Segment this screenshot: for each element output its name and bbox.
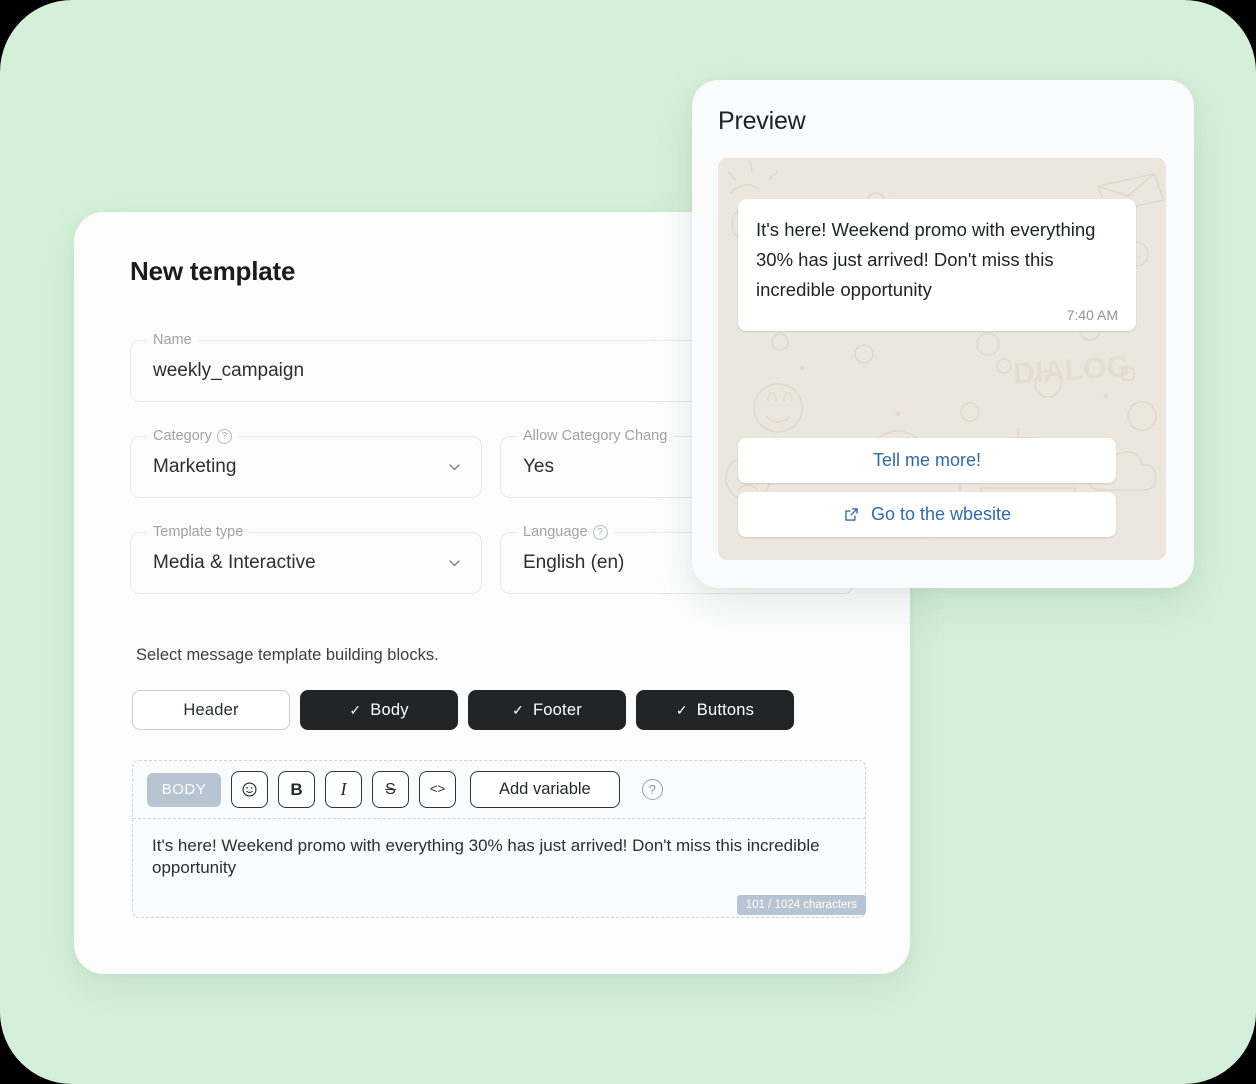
external-link-icon	[845, 508, 858, 521]
category-help-icon[interactable]: ?	[216, 428, 232, 444]
language-select-value: English (en)	[523, 552, 625, 573]
page-title: New template	[130, 256, 296, 286]
body-editor-toolbar: BODY B I S <> Add variable ?	[133, 761, 865, 819]
block-button-footer[interactable]: ✓ Footer	[468, 690, 626, 730]
building-blocks-caption: Select message template building blocks.	[136, 646, 439, 664]
editor-help-icon[interactable]: ?	[641, 779, 663, 800]
allow-category-change-label: Allow Category Chang	[517, 428, 674, 444]
chat-message-time: 7:40 AM	[1066, 307, 1118, 323]
chat-preview-area: DIALOG It's here! Weekend promo with eve…	[718, 158, 1166, 560]
svg-text:DIALOG: DIALOG	[1012, 350, 1131, 391]
preview-panel: Preview DIALOG It's here! Weekend promo …	[692, 80, 1194, 588]
emoji-icon[interactable]	[231, 771, 268, 808]
chat-message-text: It's here! Weekend promo with everything…	[756, 219, 1096, 300]
quick-reply-button[interactable]: Tell me more!	[738, 438, 1116, 483]
check-icon: ✓	[512, 701, 525, 718]
body-editor: BODY B I S <> Add variable ? It's here! …	[132, 760, 866, 918]
template-type-value: Media & Interactive	[153, 552, 316, 573]
block-button-body[interactable]: ✓ Body	[300, 690, 458, 730]
language-help-icon[interactable]: ?	[592, 524, 608, 540]
template-type-label: Template type	[147, 524, 250, 540]
category-select-label: Category ?	[147, 428, 238, 444]
body-text-content[interactable]: It's here! Weekend promo with everything…	[152, 835, 850, 879]
check-icon: ✓	[675, 701, 688, 718]
preview-title: Preview	[718, 107, 806, 135]
category-select[interactable]: Category ? Marketing	[130, 428, 482, 498]
add-variable-button[interactable]: Add variable	[470, 771, 620, 808]
character-counter: 101 / 1024 characters	[736, 895, 866, 915]
block-button-header[interactable]: Header	[132, 690, 290, 730]
block-button-buttons[interactable]: ✓ Buttons	[636, 690, 794, 730]
chevron-down-icon	[449, 560, 460, 567]
name-field-label: Name	[147, 332, 198, 348]
name-field-value: weekly_campaign	[153, 360, 305, 381]
check-icon: ✓	[349, 701, 362, 718]
category-select-value: Marketing	[153, 456, 237, 477]
code-icon[interactable]: <>	[419, 771, 456, 808]
template-type-select[interactable]: Template type Media & Interactive	[130, 524, 482, 594]
app-frame: New template Name weekly_campaign Catego…	[0, 0, 1256, 1084]
chevron-down-icon	[449, 464, 460, 471]
chat-message-bubble: It's here! Weekend promo with everything…	[738, 199, 1136, 331]
strikethrough-icon[interactable]: S	[372, 771, 409, 808]
allow-category-change-value: Yes	[523, 456, 554, 477]
language-select-label: Language ?	[517, 524, 614, 540]
bold-icon[interactable]: B	[278, 771, 315, 808]
url-button[interactable]: Go to the wbesite	[738, 492, 1116, 537]
building-blocks-row: Header ✓ Body ✓ Footer ✓ Buttons	[132, 690, 794, 730]
italic-icon[interactable]: I	[325, 771, 362, 808]
body-section-badge: BODY	[147, 772, 221, 807]
